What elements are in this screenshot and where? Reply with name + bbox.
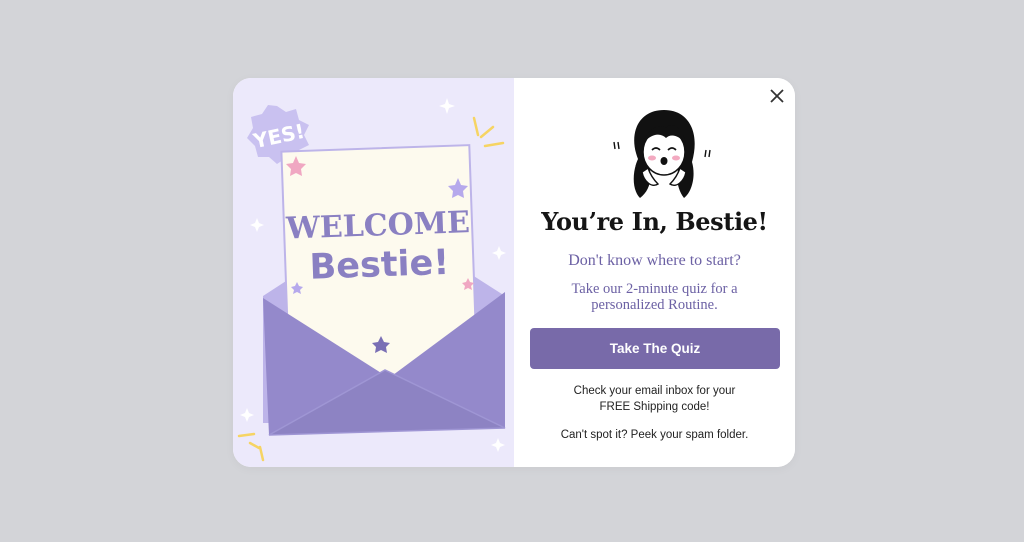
content-panel: You’re In, Bestie! Don't know where to s… [514, 78, 795, 467]
email-note-line1: Check your email inbox for your [573, 385, 736, 397]
welcome-popup: YES! WELCOME Bestie! You’re In, Bestie! … [233, 78, 795, 467]
close-button[interactable] [767, 86, 787, 106]
popup-title: You’re In, Bestie! [541, 207, 768, 236]
envelope-illustration: YES! WELCOME Bestie! [237, 98, 506, 462]
right-blush [672, 155, 680, 161]
letter-bestie-text: Bestie! [309, 243, 450, 288]
illustration-panel: YES! WELCOME Bestie! [233, 78, 514, 467]
email-note-line2: FREE Shipping code! [599, 401, 710, 413]
email-note: Check your email inbox for your FREE Shi… [514, 383, 795, 415]
spam-note: Can't spot it? Peek your spam folder. [560, 429, 749, 441]
left-blush [648, 155, 656, 161]
popup-subtitle: Don't know where to start? [568, 252, 741, 269]
take-quiz-button[interactable]: Take The Quiz [530, 328, 780, 369]
close-icon [770, 89, 784, 103]
popup-description: Take our 2-minute quiz for a personalize… [571, 281, 738, 313]
bestie-avatar-illustration [613, 110, 711, 198]
mouth [660, 157, 668, 165]
letter-welcome-text: WELCOME [285, 205, 471, 246]
